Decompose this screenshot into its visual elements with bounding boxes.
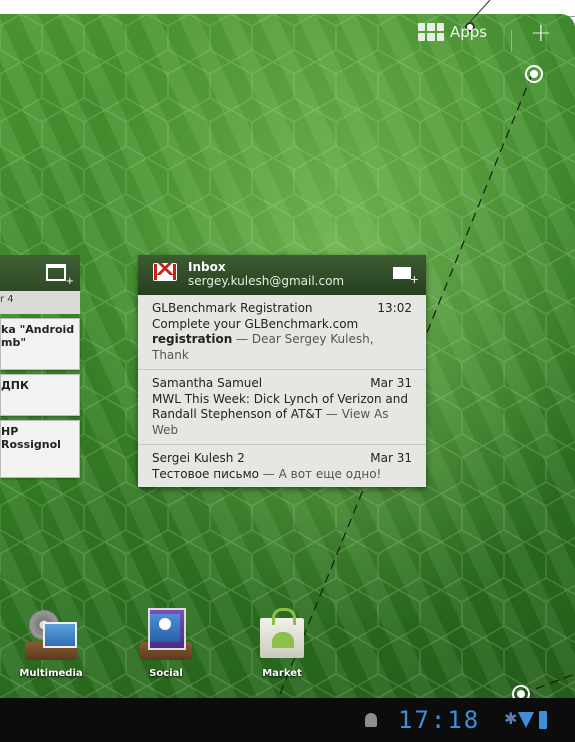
left-widget-item[interactable]: HP Rossignol — [0, 420, 80, 478]
callout-line — [469, 0, 491, 23]
dock-multimedia[interactable]: Multimedia — [16, 608, 86, 679]
gmail-icon — [153, 263, 177, 281]
market-icon — [256, 608, 308, 660]
usb-debug-icon[interactable] — [365, 713, 377, 727]
status-clock[interactable]: 17:18 — [398, 706, 480, 734]
message-row[interactable]: Samantha Samuel Mar 31 MWL This Week: Di… — [138, 370, 426, 445]
apps-label: Apps — [450, 23, 488, 41]
apps-grid-icon — [418, 23, 444, 41]
multimedia-icon — [25, 608, 77, 660]
message-date: 13:02 — [377, 301, 412, 315]
message-sender: Samantha Samuel — [152, 376, 263, 390]
dock-market[interactable]: Market — [247, 608, 317, 679]
left-widget-item[interactable]: ДПК — [0, 374, 80, 416]
message-subject-cont: Тестовое письмо — [152, 466, 259, 481]
message-subject: Complete your GLBenchmark.com — [152, 316, 359, 331]
social-icon — [140, 608, 192, 660]
apps-button[interactable]: Apps — [418, 23, 487, 41]
dock-label: Market — [262, 668, 302, 679]
message-sender: GLBenchmark Registration — [152, 301, 313, 315]
message-date: Mar 31 — [370, 451, 412, 465]
wifi-signal-icon — [518, 712, 534, 728]
inbox-account: sergey.kulesh@gmail.com — [188, 274, 345, 288]
left-widget-header — [0, 255, 80, 291]
left-widget-item[interactable]: ka "Android mb" — [0, 318, 80, 370]
dock-social[interactable]: Social — [131, 608, 201, 679]
inbox-title: Inbox — [188, 260, 226, 274]
top-divider — [511, 30, 512, 52]
compose-icon[interactable] — [393, 267, 419, 286]
plus-icon: + — [530, 18, 552, 48]
bluetooth-icon: ✱ — [504, 709, 518, 728]
left-widget-subheader: r 4 — [0, 291, 80, 314]
battery-icon — [539, 711, 547, 729]
gmail-widget-header[interactable]: Inbox sergey.kulesh@gmail.com — [138, 255, 426, 295]
message-sender: Sergei Kulesh 2 — [152, 451, 245, 465]
add-widget-button[interactable]: + — [530, 20, 552, 46]
left-widget[interactable]: r 4 ka "Android mb" ДПК HP Rossignol — [0, 255, 80, 485]
touch-point-top — [525, 65, 543, 83]
message-row[interactable]: GLBenchmark Registration 13:02 Complete … — [138, 295, 426, 370]
message-subject: MWL This Week: Dick Lynch of Verizon and — [152, 391, 408, 406]
message-snippet: — А вот еще одно! — [258, 466, 382, 481]
message-row[interactable]: Sergei Kulesh 2 Mar 31 Тестовое письмо —… — [138, 445, 426, 488]
message-subject-cont: registration — [152, 332, 233, 346]
calendar-add-icon[interactable] — [46, 264, 74, 287]
gmail-widget[interactable]: Inbox sergey.kulesh@gmail.com GLBenchmar… — [138, 255, 426, 487]
dock-label: Multimedia — [19, 668, 83, 679]
message-date: Mar 31 — [370, 376, 412, 390]
dock-label: Social — [149, 668, 183, 679]
message-subject-cont: Randall Stephenson of AT&T — [152, 407, 323, 421]
system-bar: 17:18 ✱ — [0, 698, 575, 742]
